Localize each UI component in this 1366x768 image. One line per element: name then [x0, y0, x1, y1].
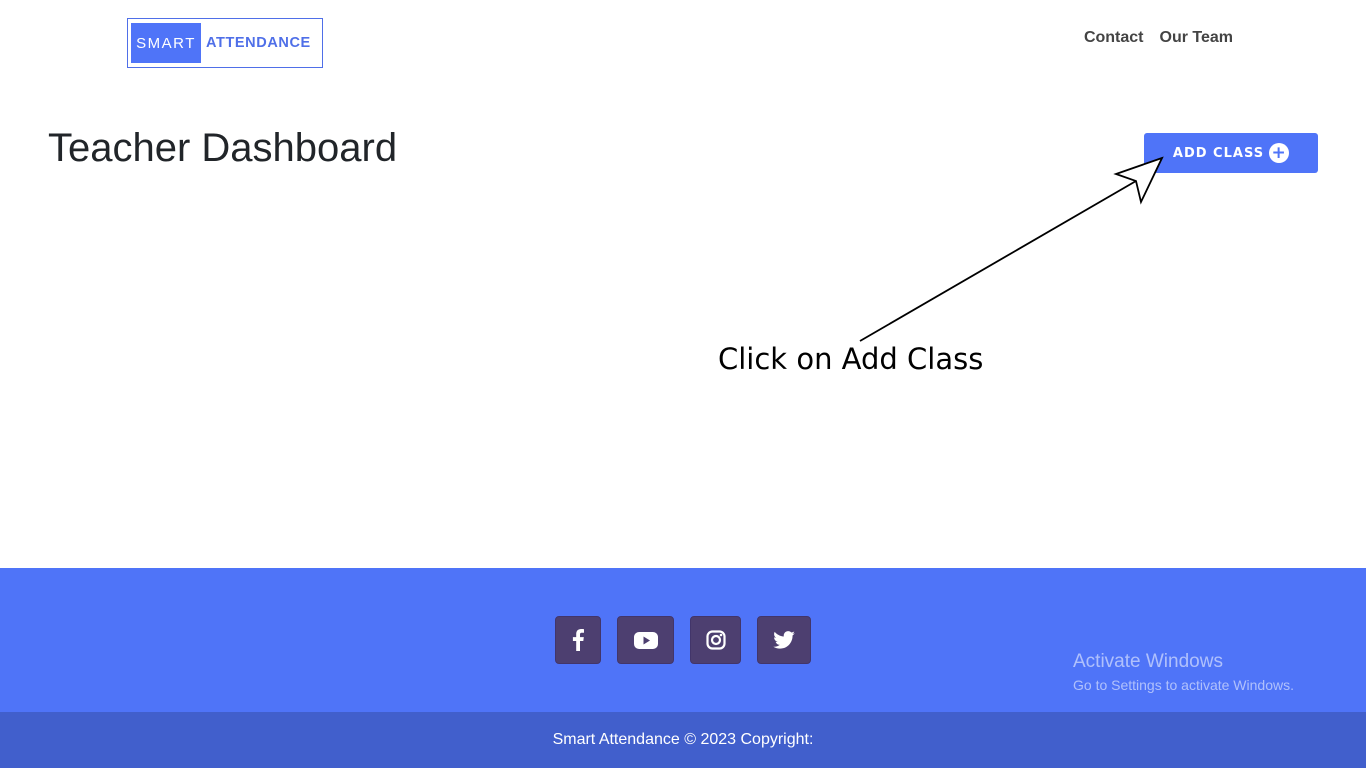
- annotation-text: Click on Add Class: [718, 342, 984, 376]
- page-title: Teacher Dashboard: [48, 126, 398, 170]
- logo-smart-text: SMART: [131, 23, 201, 63]
- facebook-icon: [572, 629, 584, 651]
- top-nav: Contact Our Team: [1084, 29, 1233, 47]
- twitter-icon: [773, 631, 795, 649]
- youtube-icon: [633, 631, 658, 649]
- add-class-label: ADD CLASS: [1172, 145, 1265, 161]
- footer-social-section: Activate Windows Go to Settings to activ…: [0, 568, 1366, 712]
- plus-circle-icon: +: [1269, 143, 1290, 163]
- twitter-button[interactable]: [757, 616, 811, 664]
- instagram-button[interactable]: [690, 616, 741, 664]
- windows-watermark-title: Activate Windows: [1073, 651, 1223, 672]
- instagram-icon: [705, 630, 726, 650]
- copyright-text: Smart Attendance © 2023 Copyright:: [552, 731, 814, 748]
- footer-copyright-bar: Smart Attendance © 2023 Copyright:: [0, 712, 1366, 768]
- facebook-button[interactable]: [555, 616, 601, 664]
- logo-attendance-text: ATTENDANCE: [206, 35, 311, 51]
- page: SMART ATTENDANCE Contact Our Team Teache…: [0, 0, 1366, 768]
- logo[interactable]: SMART ATTENDANCE: [127, 18, 323, 68]
- nav-link-contact[interactable]: Contact: [1084, 29, 1144, 47]
- add-class-button[interactable]: ADD CLASS +: [1144, 133, 1318, 173]
- windows-watermark-subtitle: Go to Settings to activate Windows.: [1073, 677, 1294, 693]
- youtube-button[interactable]: [617, 616, 674, 664]
- nav-link-our-team[interactable]: Our Team: [1160, 29, 1234, 47]
